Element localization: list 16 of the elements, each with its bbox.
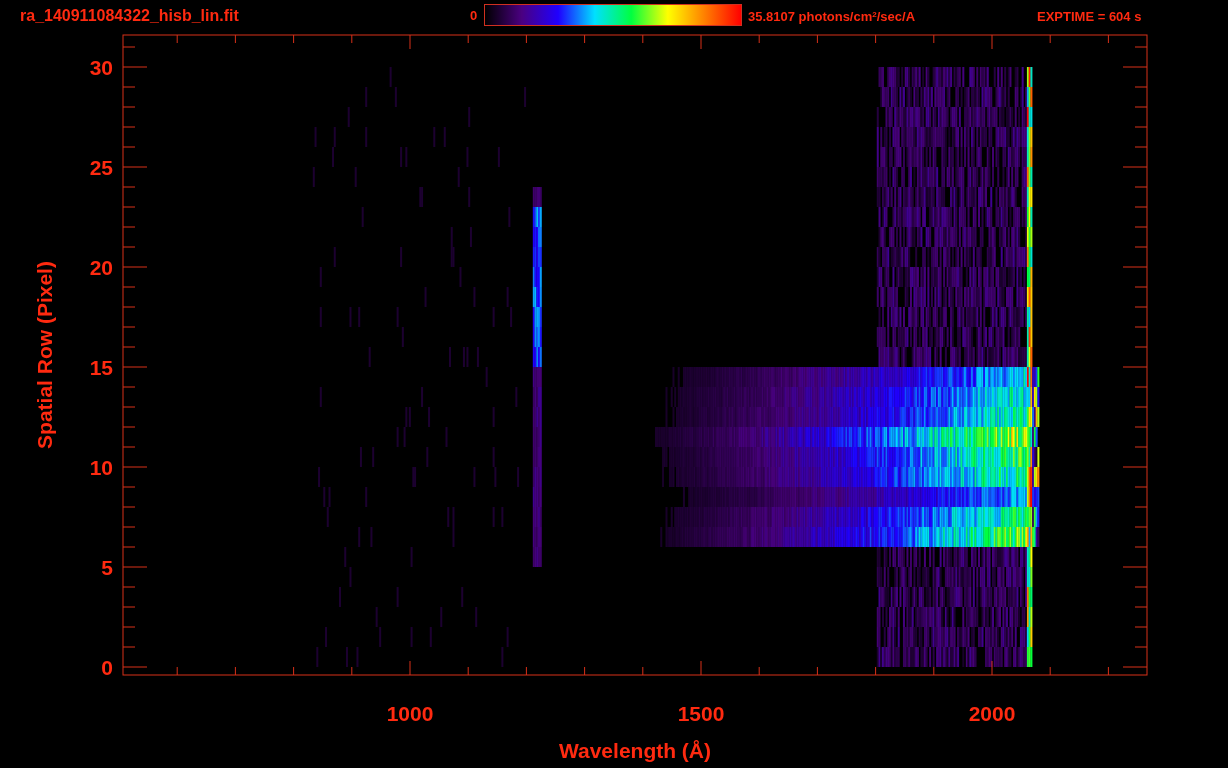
y-tick-label: 5 bbox=[101, 556, 113, 579]
file-title: ra_140911084322_hisb_lin.fit bbox=[20, 7, 239, 24]
y-tick-label: 20 bbox=[89, 256, 113, 279]
y-tick-label: 0 bbox=[101, 656, 113, 679]
colorbar-min-label: 0 bbox=[470, 8, 478, 23]
x-axis-title: Wavelength (Å) bbox=[558, 739, 712, 762]
y-axis-title: Spatial Row (Pixel) bbox=[33, 261, 56, 449]
y-tick-label: 25 bbox=[89, 156, 113, 179]
y-tick-label: 30 bbox=[89, 56, 113, 79]
x-tick-label: 2000 bbox=[968, 702, 1016, 725]
y-tick-label: 10 bbox=[89, 456, 113, 479]
colorbar-max-label: 35.8107 photons/cm$^{2}$/sec/A bbox=[748, 9, 916, 24]
x-tick-label: 1500 bbox=[677, 702, 725, 725]
exposure-time: EXPTIME = 604 s bbox=[1037, 9, 1142, 24]
y-tick-label: 15 bbox=[89, 356, 113, 379]
x-tick-label: 1000 bbox=[386, 702, 434, 725]
